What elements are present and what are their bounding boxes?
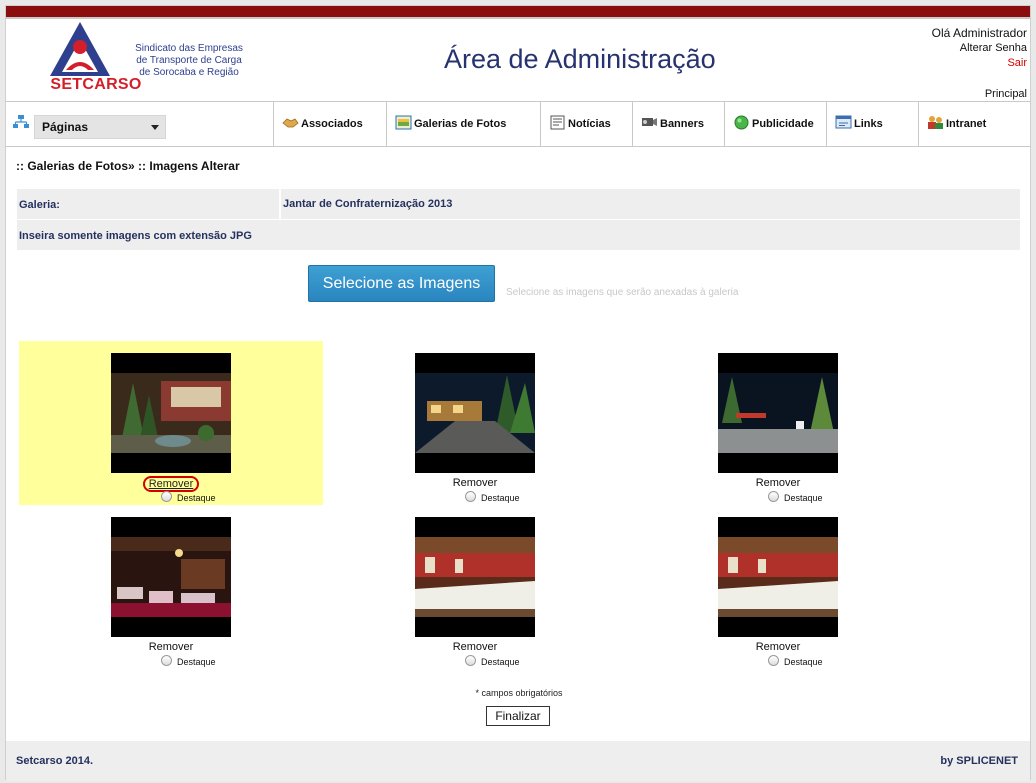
user-box: Olá Administrador Alterar Senha Sair	[932, 26, 1027, 71]
sitemap-icon	[13, 115, 29, 128]
gallery-thumbnail[interactable]	[718, 353, 838, 473]
logout-link[interactable]: Sair	[932, 56, 1027, 71]
gallery-label: Galeria:	[19, 199, 60, 211]
gallery-thumbnail[interactable]	[111, 353, 231, 473]
footer: Setcarso 2014. by SPLICENET	[6, 741, 1030, 781]
destaque-label: Destaque	[177, 493, 216, 503]
destaque-label: Destaque	[784, 657, 823, 667]
destaque-option[interactable]: Destaque	[768, 655, 823, 667]
nav-publicidade[interactable]: Publicidade	[724, 102, 826, 147]
destaque-radio[interactable]	[768, 655, 779, 666]
destaque-radio[interactable]	[465, 655, 476, 666]
top-red-bar	[6, 6, 1030, 17]
nav-banners[interactable]: Banners	[632, 102, 724, 147]
change-password-link[interactable]: Alterar Senha	[932, 41, 1027, 56]
destaque-label: Destaque	[481, 657, 520, 667]
gallery-image-item: Remover Destaque	[19, 505, 323, 669]
logo-subtitle-line: Sindicato das Empresas	[135, 43, 243, 54]
chevron-down-icon	[151, 125, 159, 130]
nav-galerias-de-fotos[interactable]: Galerias de Fotos	[386, 102, 540, 147]
handshake-icon	[282, 118, 299, 128]
gallery-value: Jantar de Confraternização 2013	[279, 189, 452, 219]
breadcrumb: :: Galerias de Fotos» :: Imagens Alterar	[16, 159, 240, 173]
gallery-image-item: Remover Destaque	[626, 341, 930, 505]
remove-link[interactable]: Remover	[323, 640, 627, 654]
jpg-note: Inseira somente imagens com extensão JPG	[19, 230, 252, 242]
gallery-thumbnail[interactable]	[415, 517, 535, 637]
required-fields-note: * campos obrigatórios	[475, 688, 563, 698]
nav-label: Associados	[301, 118, 363, 130]
nav-label: Links	[854, 118, 883, 130]
remove-link[interactable]: Remover	[323, 476, 627, 490]
user-greeting: Olá Administrador	[931, 26, 1027, 40]
remove-label: Remover	[142, 476, 200, 492]
destaque-option[interactable]: Destaque	[161, 655, 216, 667]
footer-credit[interactable]: by SPLICENET	[940, 755, 1018, 767]
gallery-image-item: Remover Destaque	[323, 341, 627, 505]
destaque-option[interactable]: Destaque	[465, 491, 520, 503]
top-divider	[6, 17, 1030, 19]
nav-label: Intranet	[946, 118, 987, 130]
remove-label: Remover	[452, 477, 498, 489]
green-globe-icon	[734, 115, 749, 130]
gallery-thumbnail[interactable]	[111, 517, 231, 637]
logo-name: SETCARSO	[50, 76, 142, 93]
remove-label: Remover	[148, 641, 194, 653]
logo-subtitle: Sindicato das Empresas de Transporte de …	[126, 43, 252, 79]
gallery-image-item: Remover Destaque	[323, 505, 627, 669]
gallery-thumbnail[interactable]	[718, 517, 838, 637]
remove-link[interactable]: Remover	[626, 476, 930, 490]
night-path-photo-icon	[415, 373, 535, 453]
destaque-option[interactable]: Destaque	[161, 491, 216, 503]
remove-link[interactable]: Remover	[19, 476, 323, 492]
page: Sindicato das Empresas de Transporte de …	[5, 5, 1031, 781]
destaque-label: Destaque	[481, 493, 520, 503]
jpg-note-row: Inseira somente imagens com extensão JPG	[17, 220, 1020, 250]
remove-label: Remover	[452, 641, 498, 653]
destaque-label: Destaque	[784, 493, 823, 503]
remove-link[interactable]: Remover	[626, 640, 930, 654]
nav-intranet[interactable]: Intranet	[918, 102, 1032, 147]
page-title: Área de Administração	[444, 44, 716, 74]
principal-link[interactable]: Principal	[985, 88, 1027, 100]
nav-associados[interactable]: Associados	[273, 102, 386, 147]
nav-links[interactable]: Links	[826, 102, 918, 147]
destaque-label: Destaque	[177, 657, 216, 667]
banquet-hall-photo-icon	[718, 537, 838, 617]
nav-noticias[interactable]: Notícias	[540, 102, 632, 147]
gallery-image-item: Remover Destaque	[626, 505, 930, 669]
gallery-thumbnail[interactable]	[415, 353, 535, 473]
select-images-button[interactable]: Selecione as Imagens	[308, 265, 495, 302]
courtyard-photo-icon	[111, 373, 231, 453]
finalize-button[interactable]: Finalizar	[486, 706, 550, 726]
gallery-row: Galeria: Jantar de Confraternização 2013	[17, 189, 1020, 219]
destaque-radio[interactable]	[768, 491, 779, 502]
destaque-radio[interactable]	[161, 491, 172, 502]
banquet-hall-photo-icon	[415, 537, 535, 617]
destaque-radio[interactable]	[161, 655, 172, 666]
night-driveway-photo-icon	[718, 373, 838, 453]
gallery-image-item: Remover Destaque	[19, 341, 323, 505]
nav-label: Notícias	[568, 118, 611, 130]
remove-link[interactable]: Remover	[19, 640, 323, 654]
destaque-radio[interactable]	[465, 491, 476, 502]
restaurant-hall-photo-icon	[111, 537, 231, 617]
destaque-option[interactable]: Destaque	[465, 655, 520, 667]
projector-icon	[642, 118, 657, 126]
photo-gallery-icon	[395, 115, 412, 130]
main-nav: Páginas Associados Galerias de Fotos Not…	[6, 101, 1030, 147]
destaque-option[interactable]: Destaque	[768, 491, 823, 503]
users-icon	[928, 116, 943, 129]
nav-label: Banners	[660, 118, 705, 130]
remove-label: Remover	[755, 477, 801, 489]
pages-dropdown[interactable]: Páginas	[34, 115, 166, 139]
logo-subtitle-line: de Transporte de Carga	[136, 55, 242, 66]
pages-dropdown-label: Páginas	[42, 120, 89, 134]
nav-label: Galerias de Fotos	[414, 118, 507, 130]
footer-copyright: Setcarso 2014.	[16, 755, 94, 767]
remove-label: Remover	[755, 641, 801, 653]
nav-label: Publicidade	[752, 118, 814, 130]
news-icon	[550, 115, 565, 130]
links-icon	[835, 115, 852, 129]
